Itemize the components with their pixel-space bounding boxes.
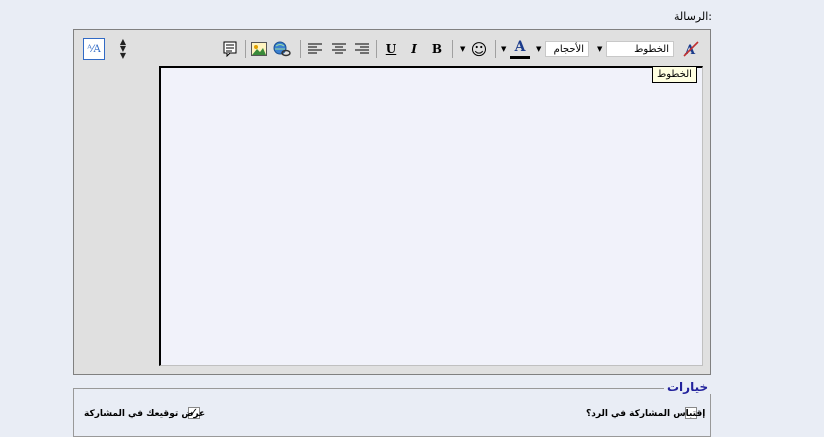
font-tooltip: الخطوط — [652, 66, 697, 83]
bold-button[interactable]: B — [429, 40, 445, 58]
options-legend: خيارات — [664, 380, 712, 394]
message-label: الرسالة: — [673, 10, 712, 23]
insert-link-icon[interactable] — [272, 40, 292, 58]
font-select[interactable]: الخطوط — [606, 41, 674, 57]
message-textarea[interactable] — [159, 66, 703, 366]
switch-mode-icon[interactable]: ᴬ⁄A — [83, 38, 105, 60]
font-color-button[interactable]: A — [510, 39, 530, 55]
insert-image-icon[interactable] — [250, 40, 268, 58]
italic-button[interactable]: I — [406, 40, 422, 58]
size-select[interactable]: الأحجام — [545, 41, 589, 57]
align-right-icon[interactable] — [354, 40, 370, 58]
smilie-dropdown-arrow-icon[interactable]: ▼ — [460, 45, 465, 53]
size-dropdown-arrow-icon[interactable]: ▼ — [536, 45, 541, 53]
resize-arrows-icon[interactable]: ▲ ▼ ▼ — [118, 38, 128, 62]
quote-label: إقتباس المشاركة في الرد؟ — [586, 409, 706, 419]
underline-button[interactable]: U — [383, 40, 399, 58]
signature-label: عرض توقيعك في المشاركة — [84, 409, 206, 419]
quote-icon[interactable] — [222, 40, 238, 58]
smilie-button[interactable]: ☺ — [470, 39, 488, 59]
color-dropdown-arrow-icon[interactable]: ▼ — [501, 45, 506, 53]
align-left-icon[interactable] — [307, 40, 323, 58]
remove-format-icon[interactable]: A — [682, 40, 700, 58]
font-dropdown-arrow-icon[interactable]: ▼ — [597, 45, 602, 53]
align-center-icon[interactable] — [331, 40, 347, 58]
font-color-swatch — [510, 56, 530, 59]
